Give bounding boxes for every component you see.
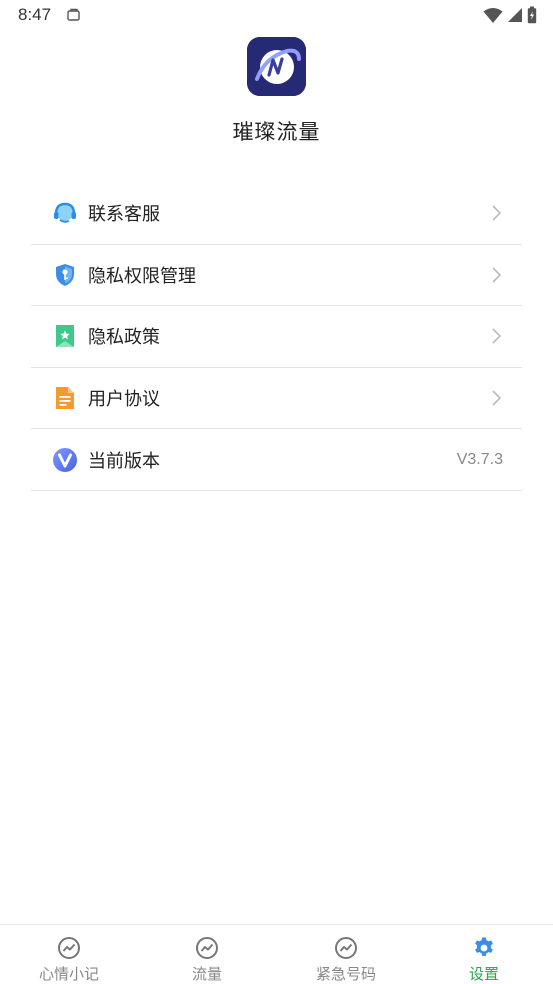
menu-item-label: 当前版本 — [88, 450, 160, 472]
app-name: 璀璨流量 — [232, 120, 321, 144]
settings-menu: 联系客服 隐私权限管理 隐私政策 用户协议 当前版本 V3.7.3 — [31, 183, 522, 491]
menu-item-label: 隐私政策 — [88, 327, 160, 349]
chart-circle-icon — [58, 937, 80, 959]
settings-screen: 8:47 璀璨流量 联系客服 隐私权限管理 隐私政策 用户协议 当前版本 V3.… — [0, 0, 553, 984]
nav-label: 紧急号码 — [315, 965, 376, 983]
app-logo-icon — [247, 37, 306, 96]
menu-item-label: 用户协议 — [88, 389, 160, 411]
bottom-navigation: 心情小记 流量 紧急号码 设置 — [0, 924, 553, 984]
chevron-right-icon — [492, 328, 502, 345]
nav-tab-settings[interactable]: 设置 — [415, 925, 553, 984]
nav-label: 流量 — [191, 965, 222, 983]
menu-item-label: 隐私权限管理 — [88, 265, 196, 287]
chart-circle-icon — [335, 937, 357, 959]
nav-label: 设置 — [468, 965, 499, 983]
bookmark-star-icon — [56, 325, 74, 348]
document-icon — [56, 387, 74, 410]
customer-service-icon — [54, 203, 76, 223]
status-time: 8:47 — [18, 5, 52, 24]
signal-icon — [508, 8, 522, 22]
nav-tab-mood-notes[interactable]: 心情小记 — [0, 925, 138, 984]
version-v-icon — [53, 447, 77, 472]
menu-item-current-version[interactable]: 当前版本 V3.7.3 — [31, 429, 522, 491]
notification-icon — [67, 8, 80, 21]
battery-icon — [527, 6, 537, 24]
chevron-right-icon — [492, 205, 502, 221]
nav-tab-emergency-numbers[interactable]: 紧急号码 — [277, 925, 415, 984]
menu-item-contact-service[interactable]: 联系客服 — [31, 183, 522, 245]
status-indicators — [483, 6, 537, 24]
version-value: V3.7.3 — [456, 450, 503, 468]
menu-item-label: 联系客服 — [88, 204, 160, 226]
wifi-icon — [483, 7, 503, 23]
status-bar: 8:47 — [0, 0, 553, 32]
menu-item-user-agreement[interactable]: 用户协议 — [31, 368, 522, 430]
nav-tab-traffic[interactable]: 流量 — [138, 925, 276, 984]
menu-item-privacy-policy[interactable]: 隐私政策 — [31, 306, 522, 368]
chevron-right-icon — [492, 390, 502, 406]
chevron-right-icon — [492, 267, 502, 283]
chart-circle-icon — [196, 937, 218, 959]
gear-icon — [475, 937, 493, 956]
nav-label: 心情小记 — [38, 965, 99, 983]
shield-key-icon — [56, 263, 74, 286]
menu-item-privacy-permissions[interactable]: 隐私权限管理 — [31, 245, 522, 307]
